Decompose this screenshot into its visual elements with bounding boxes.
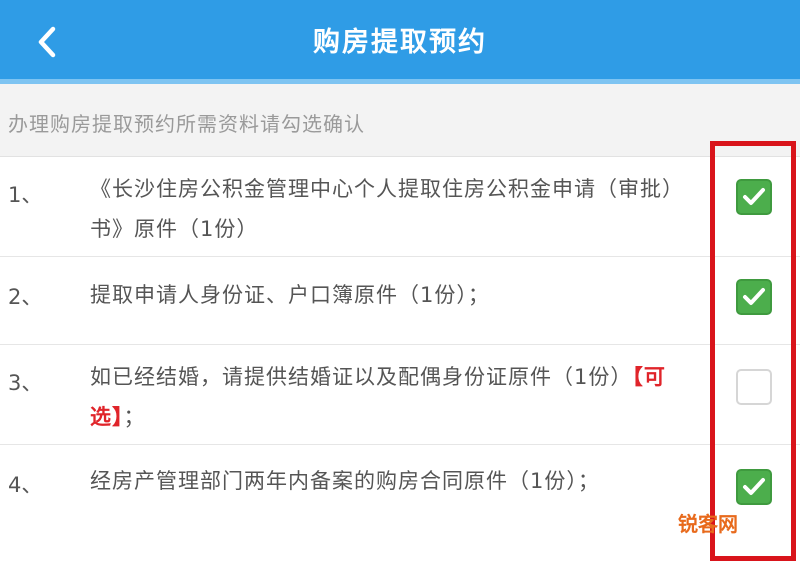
highlight-box xyxy=(710,141,796,561)
item-number: 1、 xyxy=(8,183,43,207)
item-number: 3、 xyxy=(8,371,43,395)
instruction-text: 办理购房提取预约所需资料请勾选确认 xyxy=(8,112,365,136)
item-number: 2、 xyxy=(8,285,43,309)
list-item: 1、 《长沙住房公积金管理中心个人提取住房公积金申请（审批）书》原件（1份） xyxy=(0,157,800,257)
list-item: 2、 提取申请人身份证、户口簿原件（1份）； xyxy=(0,257,800,345)
item-text-main: 如已经结婚，请提供结婚证以及配偶身份证原件（1份） xyxy=(90,365,633,389)
app-header: 购房提取预约 xyxy=(0,0,800,84)
page-title: 购房提取预约 xyxy=(313,27,487,58)
item-number: 4、 xyxy=(8,473,43,497)
watermark: 锐客网 xyxy=(678,512,738,536)
instruction-bar: 办理购房提取预约所需资料请勾选确认 xyxy=(0,84,800,157)
item-text: 经房产管理部门两年内备案的购房合同原件（1份）； xyxy=(90,469,600,493)
list-item: 3、 如已经结婚，请提供结婚证以及配偶身份证原件（1份）【可选】； xyxy=(0,345,800,445)
item-text: 提取申请人身份证、户口簿原件（1份）； xyxy=(90,283,490,307)
item-text: 如已经结婚，请提供结婚证以及配偶身份证原件（1份）【可选】； xyxy=(90,357,710,437)
item-text-suffix: ； xyxy=(123,405,146,429)
item-text: 《长沙住房公积金管理中心个人提取住房公积金申请（审批）书》原件（1份） xyxy=(90,177,684,241)
